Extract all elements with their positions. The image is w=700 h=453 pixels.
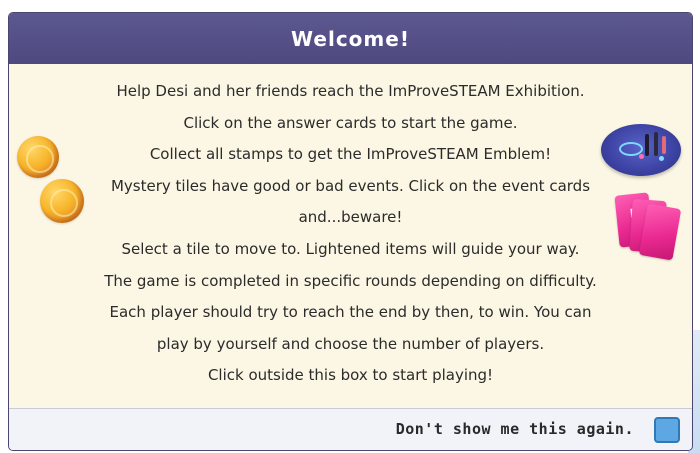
- instruction-line: and...beware!: [298, 208, 403, 227]
- instruction-line: Mystery tiles have good or bad events. C…: [110, 176, 591, 195]
- instruction-line: Click on the answer cards to start the g…: [183, 113, 518, 132]
- dialog-header: Welcome!: [9, 13, 692, 64]
- instruction-line: play by yourself and choose the number o…: [156, 334, 545, 353]
- dialog-footer: Don't show me this again.: [9, 408, 692, 450]
- dialog-title: Welcome!: [291, 26, 410, 51]
- welcome-dialog: Welcome! ! Help Desi and her friends rea…: [9, 13, 692, 450]
- instruction-line: Select a tile to move to. Lightened item…: [121, 239, 580, 258]
- game-screen[interactable]: Welcome! ! Help Desi and her friends rea…: [0, 0, 700, 453]
- instruction-line: Help Desi and her friends reach the ImPr…: [116, 82, 585, 100]
- instruction-line: Each player should try to reach the end …: [109, 303, 592, 322]
- instruction-line: Click outside this box to start playing!: [207, 366, 494, 385]
- instructions-text: Help Desi and her friends reach the ImPr…: [69, 76, 632, 392]
- event-card: [638, 203, 682, 261]
- dont-show-again-checkbox[interactable]: [654, 417, 680, 443]
- dialog-body: ! Help Desi and her friends reach the Im…: [9, 64, 692, 408]
- dont-show-again-label[interactable]: Don't show me this again.: [396, 420, 634, 438]
- instruction-line: The game is completed in specific rounds…: [104, 271, 597, 290]
- instruction-line: Collect all stamps to get the ImProveSTE…: [149, 145, 552, 164]
- coin-icon: [17, 136, 59, 178]
